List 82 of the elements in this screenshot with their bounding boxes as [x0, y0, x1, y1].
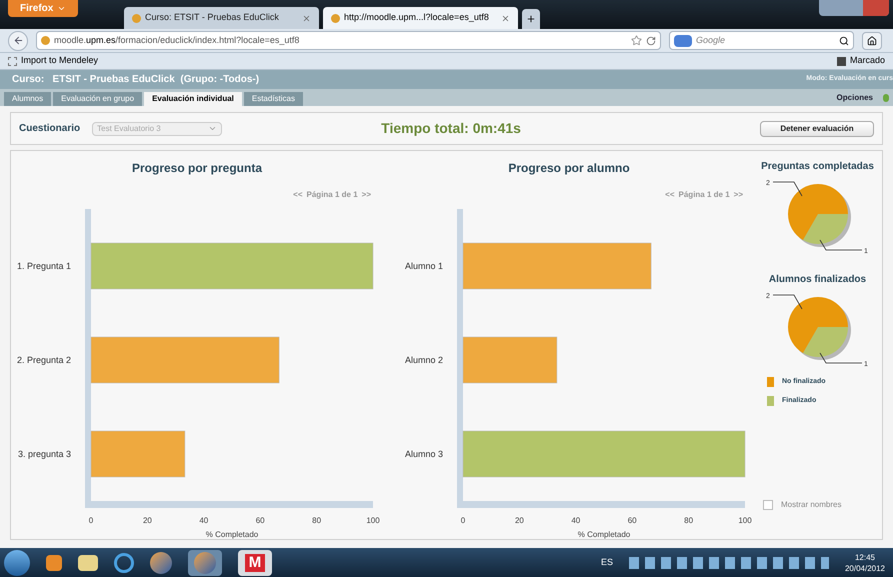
tick-label: 40 [199, 516, 208, 525]
close-icon[interactable] [302, 14, 311, 22]
category-label: 2. Pregunta 2 [16, 355, 71, 365]
search-input[interactable]: Google [696, 34, 835, 48]
tray-icons[interactable] [628, 556, 829, 568]
bookmark-link[interactable]: Import to Mendeley [21, 54, 98, 68]
back-arrow-icon [12, 35, 24, 46]
page-icon [331, 14, 340, 22]
media-player-icon[interactable] [46, 554, 62, 570]
tick-label: 60 [628, 516, 637, 525]
axis-title: % Completado [206, 530, 258, 539]
tick-label: 40 [571, 516, 580, 525]
bookmarks-menu[interactable]: Marcado [850, 54, 885, 68]
tick-label: 100 [738, 516, 752, 525]
plus-icon [526, 14, 536, 24]
check-icon [883, 94, 889, 102]
tab[interactable]: Evaluación individual [144, 92, 242, 106]
back-button[interactable] [8, 30, 28, 50]
tab[interactable]: Evaluación en grupo [53, 92, 142, 106]
category-label: 1. Pregunta 1 [16, 261, 71, 271]
leader-line [819, 352, 862, 364]
tab[interactable]: Alumnos [4, 92, 52, 106]
chart-title: Progreso por pregunta [130, 160, 264, 177]
chart-title: Alumnos finalizados [768, 273, 866, 287]
page-icon [132, 14, 141, 22]
tab[interactable]: Estadísticas [244, 92, 304, 106]
page-indicator: Página 1 de 1 [306, 189, 358, 201]
chart-title: Progreso por alumno [507, 160, 631, 177]
checkbox[interactable] [763, 500, 773, 510]
url-text: moodle.upm.es/formacion/educlick/index.html?locale=es_utf8 [54, 34, 300, 47]
leader-line [772, 182, 802, 196]
tick-label: 80 [684, 516, 694, 525]
address-field[interactable]: moodle.upm.es/formacion/educlick/index.html?locale=es_utf8 [36, 31, 661, 50]
axis-title: % Completado [578, 530, 630, 539]
search-engine-icon[interactable] [674, 34, 692, 46]
tick-label: 0 [88, 516, 94, 525]
tick-label: 100 [366, 516, 380, 525]
category-label: 3. pregunta 3 [18, 449, 71, 459]
bookmark-icon [8, 56, 17, 66]
close-icon[interactable] [501, 14, 510, 22]
category-label: Alumno 1 [404, 261, 443, 271]
tick-label: 20 [142, 516, 152, 525]
new-tab-button[interactable] [522, 9, 540, 29]
category-label: Alumno 3 [404, 449, 443, 459]
dropdown-icon [208, 124, 218, 133]
tick-label: 0 [460, 516, 466, 525]
next-page-link[interactable]: >> [362, 189, 371, 201]
search-icon[interactable] [839, 36, 849, 46]
options-link[interactable]: Opciones [836, 92, 873, 104]
checkbox-label: Mostrar nombres [781, 499, 842, 511]
stop-button[interactable]: Detener evaluación [760, 120, 874, 136]
course-title: Curso: ETSIT - Pruebas EduClick (Grupo: -Todos-) [12, 73, 260, 87]
language-indicator[interactable]: ES [600, 556, 613, 570]
leader-line [772, 294, 802, 310]
search-field[interactable]: Google [669, 31, 854, 50]
caret-icon [57, 4, 66, 13]
category-label: Alumno 2 [404, 355, 443, 365]
browser-tab[interactable]: http://moodle.upm...l?locale=es_utf8 [323, 7, 518, 29]
field-label: Cuestionario [19, 122, 80, 136]
tick-label: 80 [312, 516, 322, 525]
firefox-menu-button[interactable]: Firefox [8, 0, 78, 17]
tick-label: 60 [256, 516, 265, 525]
clock-date: 20/04/2012 [844, 562, 885, 574]
page-icon [41, 36, 50, 45]
folder-icon[interactable] [78, 554, 98, 570]
start-button[interactable] [4, 550, 30, 576]
page-indicator: Página 1 de 1 [678, 189, 730, 201]
app-button[interactable]: M [238, 550, 272, 576]
clock-time: 12:45 [854, 552, 875, 562]
previous-page-link[interactable]: << [293, 189, 303, 201]
star-icon[interactable] [631, 35, 642, 46]
home-button[interactable] [862, 32, 882, 50]
previous-page-link[interactable]: << [665, 189, 675, 201]
next-page-link[interactable]: >> [734, 189, 743, 201]
reload-icon[interactable] [646, 36, 656, 46]
bookmarks-icon [836, 56, 846, 66]
browser-tab[interactable]: Curso: ETSIT - Pruebas EduClick [124, 7, 319, 29]
leader-line [819, 240, 862, 250]
chart-title: Preguntas completadas [761, 160, 874, 174]
timer-text: Tiempo total: 0m:41s [381, 119, 521, 138]
home-icon [867, 36, 877, 46]
tick-label: 20 [514, 516, 524, 525]
